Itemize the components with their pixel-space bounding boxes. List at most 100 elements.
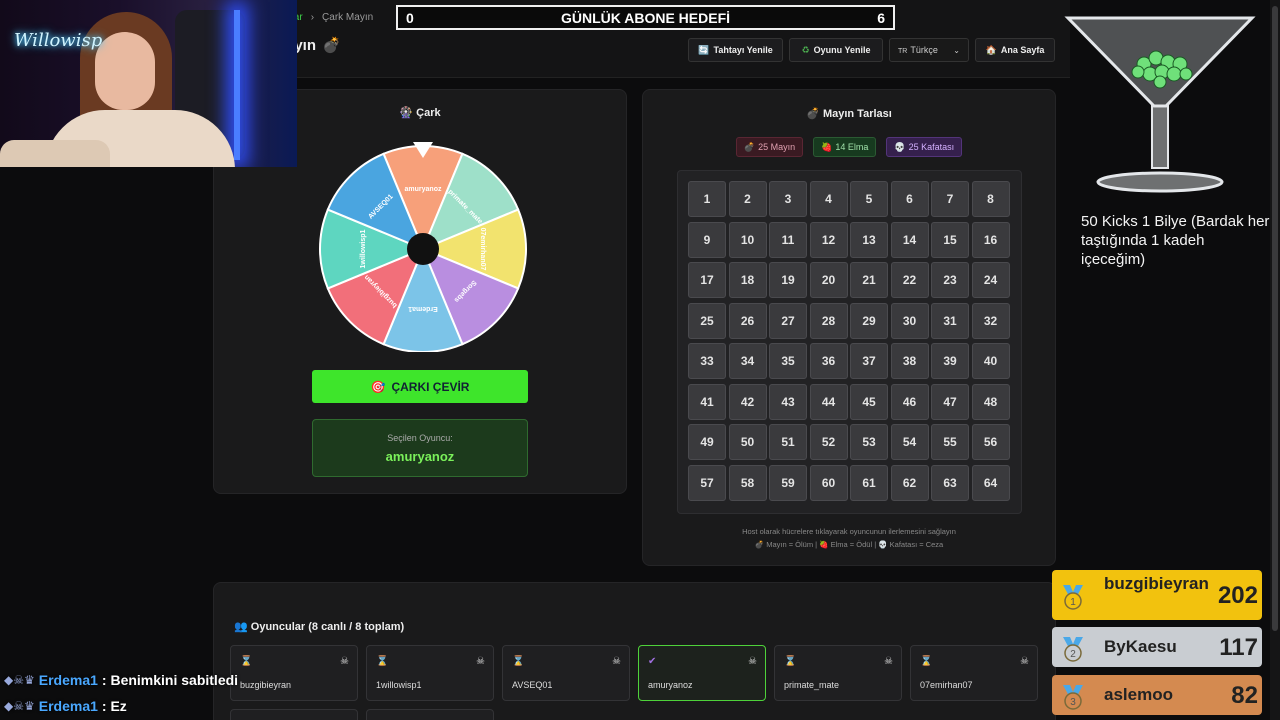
mine-cell[interactable]: 4 (809, 181, 848, 217)
mine-cell[interactable]: 27 (769, 302, 807, 339)
apples-count: 14 Elma (835, 142, 869, 152)
mine-cell[interactable]: 13 (850, 221, 888, 258)
mine-cell[interactable]: 24 (971, 262, 1010, 298)
hourglass-icon: ⌛ (512, 656, 525, 667)
page-scrollbar[interactable] (1270, 0, 1280, 720)
mine-cell[interactable]: 22 (890, 262, 929, 298)
mine-cell[interactable]: 28 (809, 302, 848, 339)
wheel-segment-label: amuryanoz (405, 186, 442, 193)
eliminate-player-icon[interactable]: ☠ (1020, 656, 1029, 667)
eliminate-player-icon[interactable]: ☠ (340, 656, 349, 667)
mine-cell[interactable]: 59 (769, 464, 807, 501)
mine-cell[interactable]: 61 (850, 464, 888, 501)
wheel-segment-label: 07emirhan07 (479, 228, 486, 271)
mine-cell[interactable]: 1 (688, 181, 726, 217)
eliminate-player-icon[interactable]: ☠ (612, 656, 621, 667)
mine-cell[interactable]: 53 (850, 424, 888, 460)
mine-cell[interactable]: 37 (850, 343, 888, 379)
mine-cell[interactable]: 7 (931, 181, 969, 217)
home-label: Ana Sayfa (1000, 45, 1045, 55)
mine-cell[interactable]: 43 (769, 383, 807, 420)
mine-cell[interactable]: 44 (809, 383, 848, 420)
player-card[interactable] (230, 709, 358, 720)
mine-cell[interactable]: 63 (931, 464, 969, 501)
mine-cell[interactable]: 14 (890, 221, 929, 258)
wheel-svg[interactable]: amuryanoz primate_mate07emirhan07SorgebsE… (318, 142, 528, 353)
mine-cell[interactable]: 25 (688, 302, 726, 339)
mine-cell[interactable]: 11 (769, 221, 807, 258)
mine-cell[interactable]: 45 (850, 383, 888, 420)
eliminate-player-icon[interactable]: ☠ (748, 656, 757, 667)
refresh-game-button[interactable]: ♻ Oyunu Yenile (789, 38, 883, 62)
mine-cell[interactable]: 38 (890, 343, 929, 379)
mine-cell[interactable]: 16 (971, 221, 1010, 258)
mine-cell[interactable]: 17 (688, 262, 726, 298)
mine-cell[interactable]: 64 (971, 464, 1010, 501)
mine-cell[interactable]: 60 (809, 464, 848, 501)
mine-cell[interactable]: 29 (850, 302, 888, 339)
mine-cell[interactable]: 42 (728, 383, 767, 420)
mine-cell[interactable]: 9 (688, 221, 726, 258)
mine-cell[interactable]: 6 (890, 181, 929, 217)
leaderboard-score: 202 (1217, 582, 1258, 609)
mine-cell[interactable]: 55 (931, 424, 969, 460)
mine-cell[interactable]: 30 (890, 302, 929, 339)
mine-cell[interactable]: 5 (850, 181, 888, 217)
mine-cell[interactable]: 35 (769, 343, 807, 379)
mine-cell[interactable]: 40 (971, 343, 1010, 379)
mine-cell[interactable]: 39 (931, 343, 969, 379)
mine-cell[interactable]: 23 (931, 262, 969, 298)
mine-cell[interactable]: 47 (931, 383, 969, 420)
eliminate-player-icon[interactable]: ☠ (884, 656, 893, 667)
chat-badges-icon: ◆☠♛ (4, 673, 35, 687)
mine-cell[interactable]: 33 (688, 343, 726, 379)
mine-cell[interactable]: 58 (728, 464, 767, 501)
mine-cell[interactable]: 50 (728, 424, 767, 460)
mine-cell[interactable]: 57 (688, 464, 726, 501)
skull-icon: 💀 (894, 141, 906, 152)
player-name: primate_mate (784, 680, 840, 690)
refresh-board-button[interactable]: 🔄 Tahtayı Yenile (688, 38, 783, 62)
mine-cell[interactable]: 54 (890, 424, 929, 460)
language-select[interactable]: TR Türkçe ⌄ (889, 38, 969, 62)
mine-cell[interactable]: 26 (728, 302, 767, 339)
mine-cell[interactable]: 31 (931, 302, 969, 339)
wheel[interactable]: amuryanoz primate_mate 07emirhan07 Sorgebs E… (318, 142, 528, 353)
mine-cell[interactable]: 51 (769, 424, 807, 460)
mine-cell[interactable]: 15 (931, 221, 969, 258)
player-card[interactable]: ⌛ ☠ primate_mate (774, 645, 902, 701)
mine-cell[interactable]: 32 (971, 302, 1010, 339)
mine-cell[interactable]: 56 (971, 424, 1010, 460)
mine-cell[interactable]: 41 (688, 383, 726, 420)
mine-cell[interactable]: 2 (728, 181, 767, 217)
mine-cell[interactable]: 21 (850, 262, 888, 298)
mine-cell[interactable]: 19 (769, 262, 807, 298)
mine-cell[interactable]: 52 (809, 424, 848, 460)
mine-cell[interactable]: 62 (890, 464, 929, 501)
mine-cell[interactable]: 3 (769, 181, 807, 217)
mine-cell[interactable]: 49 (688, 424, 726, 460)
player-card[interactable]: ⌛ ☠ AVSEQ01 (502, 645, 630, 701)
mine-cell[interactable]: 36 (809, 343, 848, 379)
mine-cell[interactable]: 46 (890, 383, 929, 420)
mine-cell[interactable]: 18 (728, 262, 767, 298)
goal-target: 6 (877, 9, 885, 26)
player-card[interactable]: ⌛ ☠ buzgibieyran (230, 645, 358, 701)
home-button[interactable]: 🏠 Ana Sayfa (975, 38, 1055, 62)
spin-wheel-button[interactable]: 🎯 ÇARKI ÇEVİR (312, 370, 528, 403)
mine-cell[interactable]: 10 (728, 221, 767, 258)
player-card[interactable]: ✔ ☠ amuryanoz (638, 645, 766, 701)
mine-cell[interactable]: 12 (809, 221, 848, 258)
mine-cell[interactable]: 48 (971, 383, 1010, 420)
martini-glass-icon (1064, 14, 1256, 196)
mine-cell[interactable]: 8 (971, 181, 1010, 217)
player-card[interactable] (366, 709, 494, 720)
medal-icon: 1 (1060, 584, 1086, 610)
leaderboard-name: buzgibieyran (1104, 574, 1209, 593)
player-card[interactable]: ⌛ ☠ 1willowisp1 (366, 645, 494, 701)
mine-cell[interactable]: 34 (728, 343, 767, 379)
scrollbar-thumb[interactable] (1272, 6, 1278, 631)
player-card[interactable]: ⌛ ☠ 07emirhan07 (910, 645, 1038, 701)
mine-cell[interactable]: 20 (809, 262, 848, 298)
eliminate-player-icon[interactable]: ☠ (476, 656, 485, 667)
